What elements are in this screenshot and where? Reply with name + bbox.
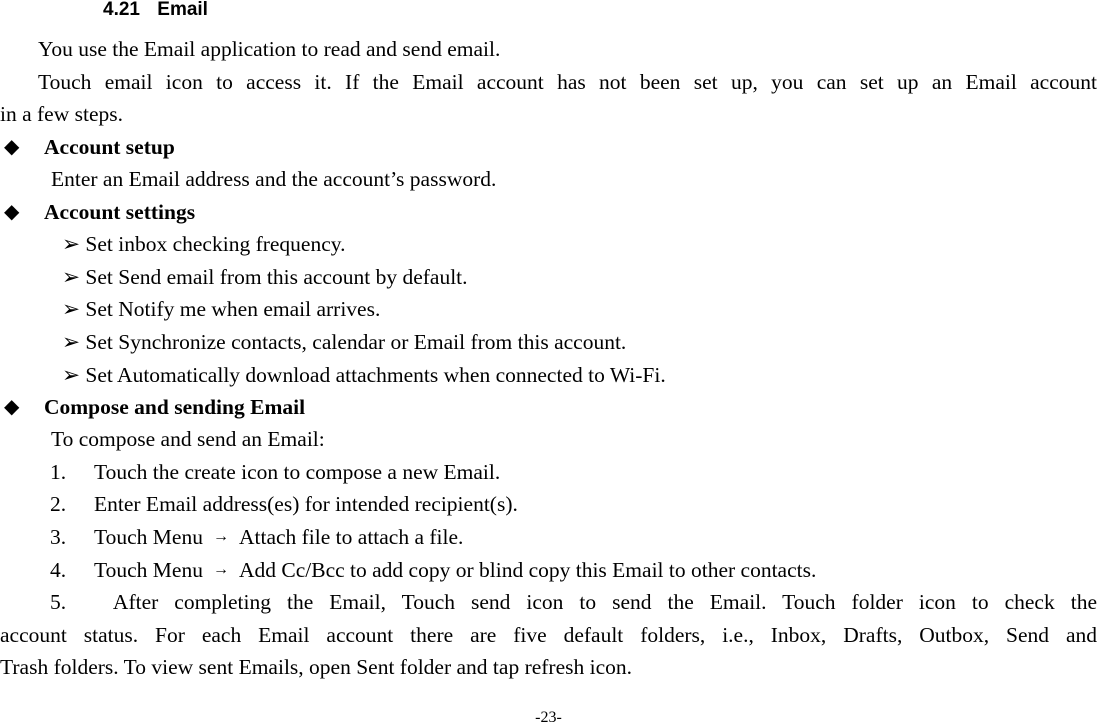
- page-number: -23-: [535, 709, 562, 726]
- compose-heading: Compose and sending Email: [44, 395, 306, 419]
- settings-item-text: Set Synchronize contacts, calendar or Em…: [85, 330, 627, 354]
- diamond-bullet-icon: ◆: [4, 201, 20, 223]
- settings-list-item: ➢ Set inbox checking frequency.: [62, 231, 346, 257]
- right-arrow-icon: →: [212, 561, 229, 578]
- compose-step: 2. Enter Email address(es) for intended …: [50, 491, 518, 517]
- step-text: Touch the create icon to compose a new E…: [94, 460, 501, 484]
- step-number: 2.: [50, 492, 67, 516]
- compose-intro: To compose and send an Email:: [51, 427, 325, 451]
- settings-item-text: Set Automatically download attachments w…: [85, 363, 666, 387]
- compose-step: 3. Touch Menu → Attach file to attach a fi…: [50, 524, 463, 550]
- step-prefix: Touch Menu: [94, 558, 203, 582]
- settings-list-item: ➢ Set Notify me when email arrives.: [62, 296, 380, 322]
- compose-step-5-cont: account status. For each Email account t…: [0, 623, 1097, 647]
- step-text: After completing the Email, Touch send i…: [112, 590, 1097, 614]
- step-text: Attach file to attach a file.: [238, 525, 464, 549]
- step-text: Enter Email address(es) for intended rec…: [94, 492, 518, 516]
- step-number: 3.: [50, 525, 67, 549]
- step-number: 4.: [50, 558, 67, 582]
- arrow-bullet-icon: ➢: [62, 363, 81, 387]
- section-heading: 4.21 Email: [103, 0, 208, 23]
- arrow-bullet-icon: ➢: [62, 265, 81, 289]
- arrow-bullet-icon: ➢: [62, 330, 81, 354]
- settings-item-text: Set inbox checking frequency.: [85, 232, 346, 256]
- compose-step-5-cont: Trash folders. To view sent Emails, open…: [0, 655, 633, 679]
- settings-list-item: ➢ Set Automatically download attachments…: [62, 362, 666, 388]
- step-number: 1.: [50, 460, 67, 484]
- arrow-bullet-icon: ➢: [62, 232, 81, 256]
- compose-step: 4. Touch Menu → Add Cc/Bcc to add copy or …: [50, 557, 816, 583]
- step-prefix: Touch Menu: [94, 525, 203, 549]
- account-setup-heading: Account setup: [44, 135, 175, 159]
- compose-step: 1. Touch the create icon to compose a ne…: [50, 459, 500, 485]
- intro-paragraph-1: You use the Email application to read an…: [38, 37, 501, 61]
- intro-paragraph-2: Touch email icon to access it. If the Em…: [38, 70, 1097, 94]
- compose-step: 5. After completing the Email, Touch sen…: [50, 589, 1097, 615]
- section-title: Email: [157, 0, 208, 20]
- step-number: 5.: [50, 590, 67, 614]
- settings-list-item: ➢ Set Synchronize contacts, calendar or …: [62, 329, 626, 355]
- settings-list-item: ➢ Set Send email from this account by de…: [62, 264, 468, 290]
- section-number: 4.21: [103, 0, 140, 20]
- arrow-bullet-icon: ➢: [62, 297, 81, 321]
- intro-paragraph-2-cont: in a few steps.: [0, 102, 123, 126]
- settings-item-text: Set Notify me when email arrives.: [85, 297, 381, 321]
- diamond-bullet-icon: ◆: [4, 136, 20, 158]
- right-arrow-icon: →: [212, 528, 229, 545]
- diamond-bullet-icon: ◆: [4, 396, 20, 418]
- account-setup-text: Enter an Email address and the account’s…: [51, 167, 497, 191]
- account-settings-heading: Account settings: [44, 200, 196, 224]
- settings-item-text: Set Send email from this account by defa…: [85, 265, 468, 289]
- step-text: Add Cc/Bcc to add copy or blind copy thi…: [238, 558, 817, 582]
